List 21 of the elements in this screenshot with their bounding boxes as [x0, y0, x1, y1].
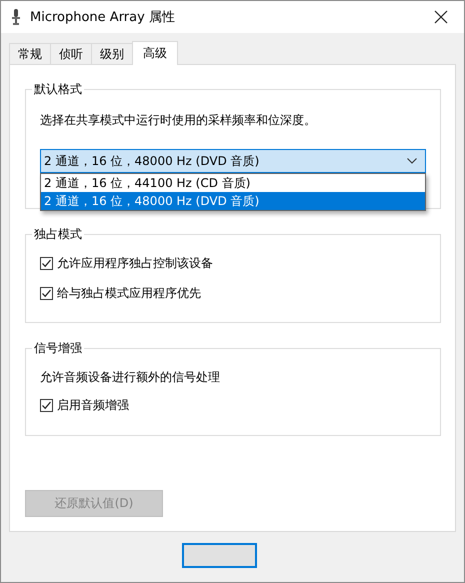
group-title: 独占模式	[32, 226, 84, 242]
checkbox[interactable]	[40, 286, 53, 300]
checkbox[interactable]	[40, 256, 53, 270]
description-text: 选择在共享模式中运行时使用的采样频率和位深度。	[40, 112, 317, 128]
checkbox[interactable]	[40, 398, 53, 412]
group-title: 信号增强	[32, 340, 84, 356]
checkbox-label: 启用音频增强	[57, 396, 129, 414]
caret-icon	[407, 158, 417, 164]
microphone-icon	[11, 8, 21, 26]
dropdown[interactable]: 2 通道，16 位，48000 Hz (DVD 音质)	[40, 149, 426, 173]
dropdown-option[interactable]: 2 通道，16 位，44100 Hz (CD 音质)	[41, 174, 425, 192]
group-title: 默认格式	[32, 81, 84, 97]
default-button[interactable]	[182, 543, 257, 568]
close-icon[interactable]	[434, 10, 448, 24]
description-text: 允许音频设备进行额外的信号处理	[40, 369, 221, 385]
tab[interactable]: 高级	[132, 41, 178, 65]
dropdown-option[interactable]: 2 通道，16 位，48000 Hz (DVD 音质)	[41, 192, 425, 210]
checkbox-label: 允许应用程序独占控制该设备	[57, 254, 213, 272]
window-title: Microphone Array 属性	[30, 9, 176, 26]
tab[interactable]: 常规	[9, 43, 51, 64]
checkbox-label: 给与独占模式应用程序优先	[57, 284, 201, 302]
